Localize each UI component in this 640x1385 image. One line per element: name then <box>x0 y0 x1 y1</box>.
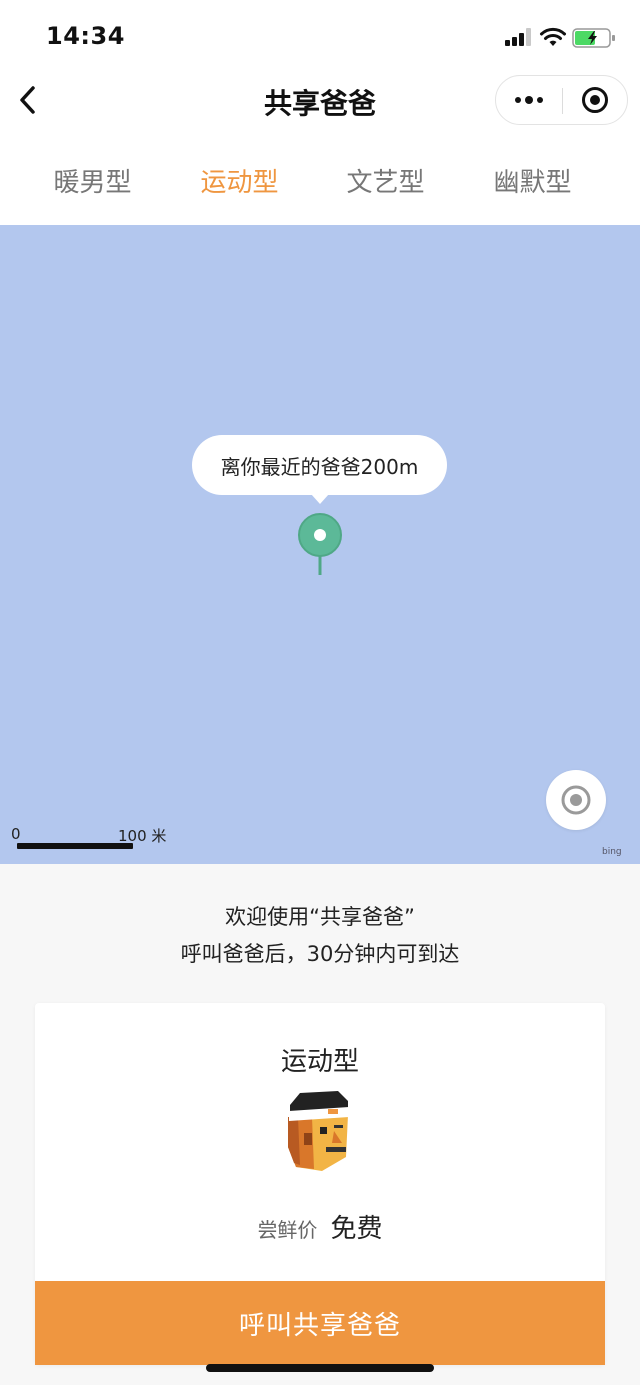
map-pin-icon[interactable] <box>297 513 343 577</box>
nav-bar: 共享爸爸 <box>0 70 640 130</box>
category-tabs: 暖男型 运动型 文艺型 幽默型 <box>0 130 640 225</box>
price-value: 免费 <box>330 1214 383 1244</box>
card-title: 运动型 <box>280 1047 359 1077</box>
map-scale-bar <box>17 843 133 849</box>
locate-icon <box>561 785 591 815</box>
scale-start-label: 0 <box>11 825 21 843</box>
call-dad-button[interactable]: 呼叫共享爸爸 <box>35 1281 605 1365</box>
dad-avatar-icon <box>288 1091 349 1171</box>
status-bar: 14:34 <box>0 0 640 70</box>
capsule-close-icon <box>582 87 608 113</box>
tab-humorous[interactable]: 幽默型 <box>459 162 606 199</box>
more-dots-icon <box>513 96 545 104</box>
capsule-menu <box>495 75 628 125</box>
tab-warm[interactable]: 暖男型 <box>19 162 166 199</box>
price-row: 尝鲜价 免费 <box>35 1208 605 1245</box>
welcome-subtitle: 呼叫爸爸后，30分钟内可到达 <box>180 942 460 966</box>
locate-button[interactable] <box>546 770 606 830</box>
dad-card: 运动型 尝鲜价 免费 呼叫共享爸爸 <box>35 1003 605 1365</box>
close-button[interactable] <box>563 76 627 124</box>
nearest-dad-callout: 离你最近的爸爸200m <box>192 435 447 504</box>
status-time: 14:34 <box>46 22 125 50</box>
signal-icon <box>505 28 535 46</box>
bing-logo: bing <box>602 847 622 857</box>
home-indicator <box>206 1364 434 1372</box>
tab-artsy[interactable]: 文艺型 <box>312 162 459 199</box>
more-button[interactable] <box>496 76 562 124</box>
map-view[interactable]: 离你最近的爸爸200m 0 100 米 bing <box>0 225 640 864</box>
welcome-title: 欢迎使用“共享爸爸” <box>225 905 415 929</box>
price-label: 尝鲜价 <box>257 1218 318 1242</box>
wifi-icon <box>540 27 566 46</box>
tab-sporty[interactable]: 运动型 <box>166 162 313 199</box>
battery-icon <box>572 28 615 48</box>
